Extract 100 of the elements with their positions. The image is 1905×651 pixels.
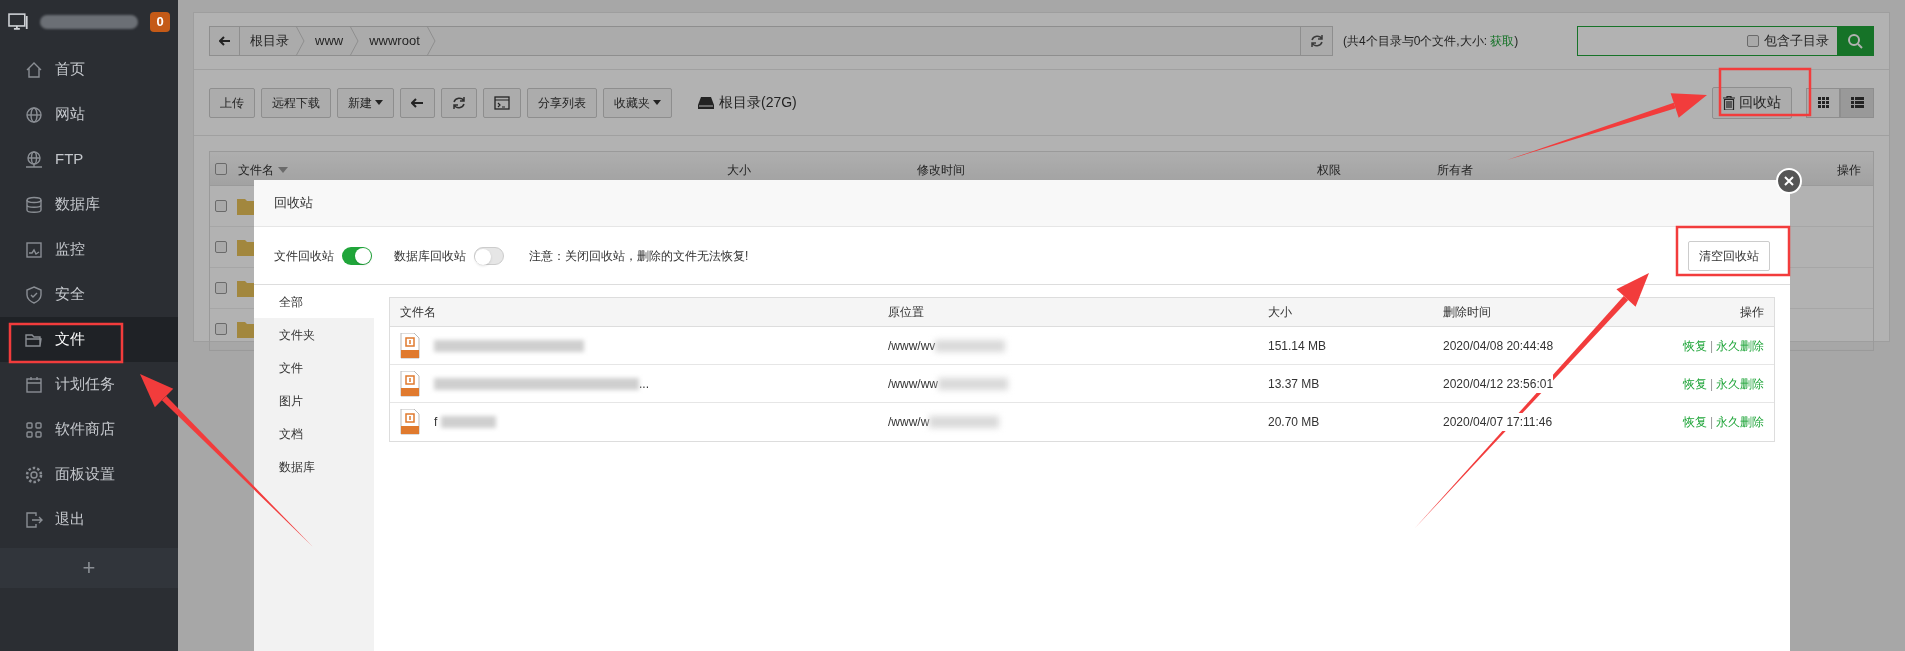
- toolbar-button[interactable]: 新建: [337, 87, 394, 118]
- exit-icon: [25, 510, 43, 529]
- column-header: 操作: [1739, 304, 1764, 321]
- refresh-button[interactable]: [441, 87, 477, 118]
- sort-caret-icon: [278, 167, 288, 173]
- grid-view-button[interactable]: [1806, 87, 1840, 118]
- column-header: 删除时间: [1443, 304, 1492, 321]
- recycle-bin-button[interactable]: 回收站: [1712, 86, 1792, 119]
- toolbar-button[interactable]: 上传: [209, 87, 255, 118]
- database-icon: [25, 195, 43, 214]
- checkbox[interactable]: [215, 163, 227, 175]
- grid-icon: [1817, 97, 1829, 108]
- toggle-label: 文件回收站: [274, 247, 334, 265]
- separator-text: |: [1709, 414, 1713, 431]
- toggle-label: 数据库回收站: [394, 247, 466, 265]
- gear-icon: [25, 465, 43, 484]
- globe-icon: [25, 105, 43, 124]
- file-location: /www/ww: [888, 375, 938, 393]
- sidebar-item[interactable]: 软件商店: [0, 407, 178, 452]
- terminal-icon: [494, 95, 510, 110]
- sidebar-item[interactable]: 文件: [0, 317, 178, 362]
- refresh-button[interactable]: [1301, 26, 1333, 56]
- checkbox[interactable]: [215, 323, 227, 335]
- column-header[interactable]: 所有者: [1437, 161, 1473, 179]
- checkbox-label: 包含子目录: [1764, 32, 1829, 51]
- file-name: f: [434, 414, 438, 431]
- category-tab[interactable]: 文件: [254, 351, 374, 384]
- search-button[interactable]: [1837, 27, 1873, 55]
- separator-text: |: [1709, 337, 1713, 355]
- category-tab[interactable]: 文件夹: [254, 318, 374, 351]
- toolbar-button[interactable]: 收藏夹: [603, 87, 672, 118]
- sidebar-item[interactable]: 数据库: [0, 182, 178, 227]
- column-header: 大小: [1268, 304, 1293, 321]
- category-tab[interactable]: 文档: [254, 417, 374, 450]
- file-size: 151.14 MB: [1268, 337, 1328, 355]
- count-badge: 0: [150, 11, 170, 32]
- file-location: /www/w: [888, 414, 930, 431]
- category-tab[interactable]: 图片: [254, 384, 374, 417]
- toolbar-button[interactable]: 远程下载: [261, 87, 331, 118]
- delete-time: 2020/04/12 23:56:01: [1443, 374, 1554, 393]
- blurred-text: [935, 339, 1006, 352]
- blurred-text: [938, 377, 1008, 390]
- sidebar-item[interactable]: FTP: [0, 137, 178, 182]
- grid-icon: [25, 420, 43, 439]
- file-name: ...: [639, 375, 649, 393]
- checkbox[interactable]: [215, 241, 227, 253]
- close-icon: [1784, 176, 1794, 186]
- path-field[interactable]: 根目录 www wwwroot: [209, 26, 1301, 56]
- blurred-text: [929, 416, 1000, 428]
- column-header[interactable]: 修改时间: [917, 161, 965, 179]
- refresh-icon: [1309, 34, 1324, 48]
- back-arrow-icon: [411, 97, 424, 108]
- column-header[interactable]: 权限: [1317, 161, 1341, 179]
- sidebar-item[interactable]: 首页: [0, 47, 178, 92]
- home-icon: [25, 60, 43, 79]
- shield-icon: [25, 285, 43, 304]
- sidebar-item[interactable]: 网站: [0, 92, 178, 137]
- category-tab[interactable]: 全部: [254, 285, 374, 318]
- category-tab[interactable]: 数据库: [254, 450, 374, 483]
- terminal-button[interactable]: [483, 87, 521, 118]
- sidebar-item[interactable]: 安全: [0, 272, 178, 317]
- clear-recycle-bin-button[interactable]: 清空回收站: [1688, 240, 1770, 271]
- add-button[interactable]: +: [74, 557, 104, 579]
- zip-file-icon: [400, 332, 420, 359]
- back-button[interactable]: [400, 87, 435, 118]
- delete-time: 2020/04/07 17:11:46: [1443, 413, 1553, 431]
- chevron-icon: [295, 26, 305, 56]
- search-icon: [1847, 33, 1863, 49]
- calendar-icon: [25, 375, 43, 394]
- search-field[interactable]: 包含子目录: [1577, 26, 1874, 56]
- trash-icon: [1723, 95, 1735, 110]
- zip-file-icon: [400, 370, 420, 397]
- column-header[interactable]: 操作: [1837, 161, 1861, 179]
- toolbar-button[interactable]: 分享列表: [527, 87, 597, 118]
- checkbox[interactable]: [215, 282, 227, 294]
- column-header[interactable]: 文件名: [238, 161, 288, 179]
- warning-note: 注意：关闭回收站，删除的文件无法恢复!: [529, 247, 749, 265]
- blurred-text: [441, 416, 497, 428]
- sidebar-item[interactable]: 退出: [0, 497, 178, 542]
- globe-icon: [25, 150, 43, 169]
- list-icon: [1850, 97, 1864, 108]
- sidebar-item[interactable]: 计划任务: [0, 362, 178, 407]
- toggle-switch[interactable]: [342, 246, 372, 265]
- zip-file-icon: [400, 409, 420, 435]
- dialog-title: 回收站: [274, 194, 313, 213]
- chevron-icon: [425, 26, 436, 56]
- summary-text: ): [1514, 33, 1519, 50]
- column-header[interactable]: 大小: [727, 161, 751, 179]
- checkbox[interactable]: [1747, 35, 1759, 47]
- toggle-switch[interactable]: [474, 246, 504, 265]
- refresh-icon: [452, 95, 466, 110]
- chevron-icon: [349, 26, 360, 56]
- disk-label: 根目录(27G): [719, 93, 797, 112]
- sidebar-item[interactable]: 面板设置: [0, 452, 178, 497]
- checkbox[interactable]: [215, 200, 227, 212]
- chart-icon: [25, 240, 43, 259]
- list-view-button[interactable]: [1840, 87, 1874, 118]
- sidebar-item[interactable]: 监控: [0, 227, 178, 272]
- column-header: 原位置: [888, 304, 925, 321]
- separator-text: |: [1709, 375, 1713, 393]
